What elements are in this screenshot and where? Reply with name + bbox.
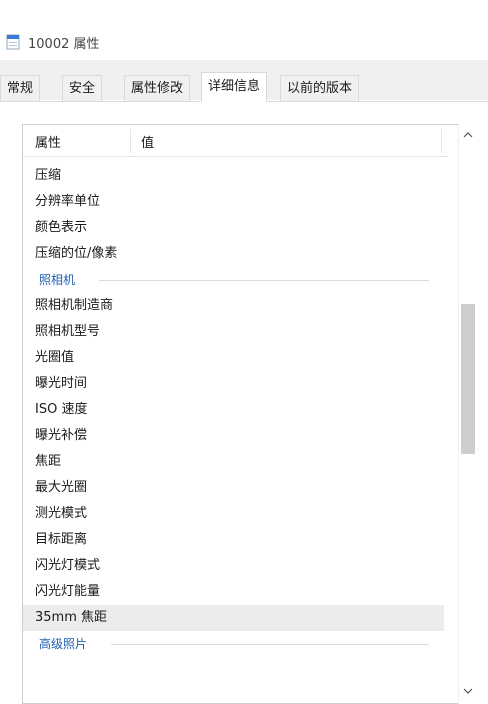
tab-details[interactable]: 详细信息 xyxy=(201,72,268,102)
chevron-up-icon[interactable] xyxy=(463,130,473,140)
list-item[interactable]: ISO 速度 xyxy=(23,397,444,423)
group-header-advanced-photo[interactable]: 高级照片 xyxy=(23,631,444,657)
group-divider xyxy=(111,644,429,645)
column-divider[interactable] xyxy=(441,129,442,153)
list-item[interactable]: 照相机制造商 xyxy=(23,293,444,319)
tab-previous-versions[interactable]: 以前的版本 xyxy=(280,75,360,101)
list-header: 属性 值 xyxy=(23,125,448,157)
list-item[interactable]: 闪光灯能量 xyxy=(23,579,444,605)
list-item[interactable]: 闪光灯模式 xyxy=(23,553,444,579)
list-rows: 压缩 分辨率单位 颜色表示 压缩的位/像素 照相机 照相机制造商 照相机型号 光… xyxy=(23,157,448,703)
group-label: 高级照片 xyxy=(39,637,88,651)
tab-security[interactable]: 安全 xyxy=(62,75,103,101)
column-header-property[interactable]: 属性 xyxy=(35,132,61,151)
window-title: 10002 属性 xyxy=(28,37,100,52)
list-item[interactable]: 分辨率单位 xyxy=(23,189,444,215)
list-item[interactable]: 压缩 xyxy=(23,163,444,189)
list-item[interactable]: 曝光时间 xyxy=(23,371,444,397)
list-item[interactable]: 压缩的位/像素 xyxy=(23,241,444,267)
property-list[interactable]: 属性 值 压缩 分辨率单位 颜色表示 压缩的位/像素 照相机 照相机制造商 照相… xyxy=(22,124,468,704)
column-header-value[interactable]: 值 xyxy=(141,132,154,151)
group-label: 照相机 xyxy=(39,273,76,287)
group-divider xyxy=(99,280,429,281)
list-item[interactable]: 最大光圈 xyxy=(23,475,444,501)
list-item[interactable]: 颜色表示 xyxy=(23,215,444,241)
list-item[interactable]: 目标距离 xyxy=(23,527,444,553)
scrollbar-thumb[interactable] xyxy=(461,304,475,454)
list-item-partial[interactable] xyxy=(23,657,444,669)
list-item[interactable]: 曝光补偿 xyxy=(23,423,444,449)
list-item-selected[interactable]: 35mm 焦距 xyxy=(23,605,444,631)
tab-attribute-changes[interactable]: 属性修改 xyxy=(124,75,191,101)
list-item[interactable]: 测光模式 xyxy=(23,501,444,527)
tab-general[interactable]: 常规 xyxy=(0,75,41,101)
list-item[interactable]: 焦距 xyxy=(23,449,444,475)
column-divider[interactable] xyxy=(130,129,131,153)
title-bar: 10002 属性 xyxy=(0,0,488,60)
group-header-camera[interactable]: 照相机 xyxy=(23,267,444,293)
vertical-scrollbar[interactable] xyxy=(458,124,476,704)
file-icon xyxy=(6,34,20,50)
list-item[interactable]: 光圈值 xyxy=(23,345,444,371)
chevron-down-icon[interactable] xyxy=(463,686,473,696)
list-item[interactable]: 照相机型号 xyxy=(23,319,444,345)
